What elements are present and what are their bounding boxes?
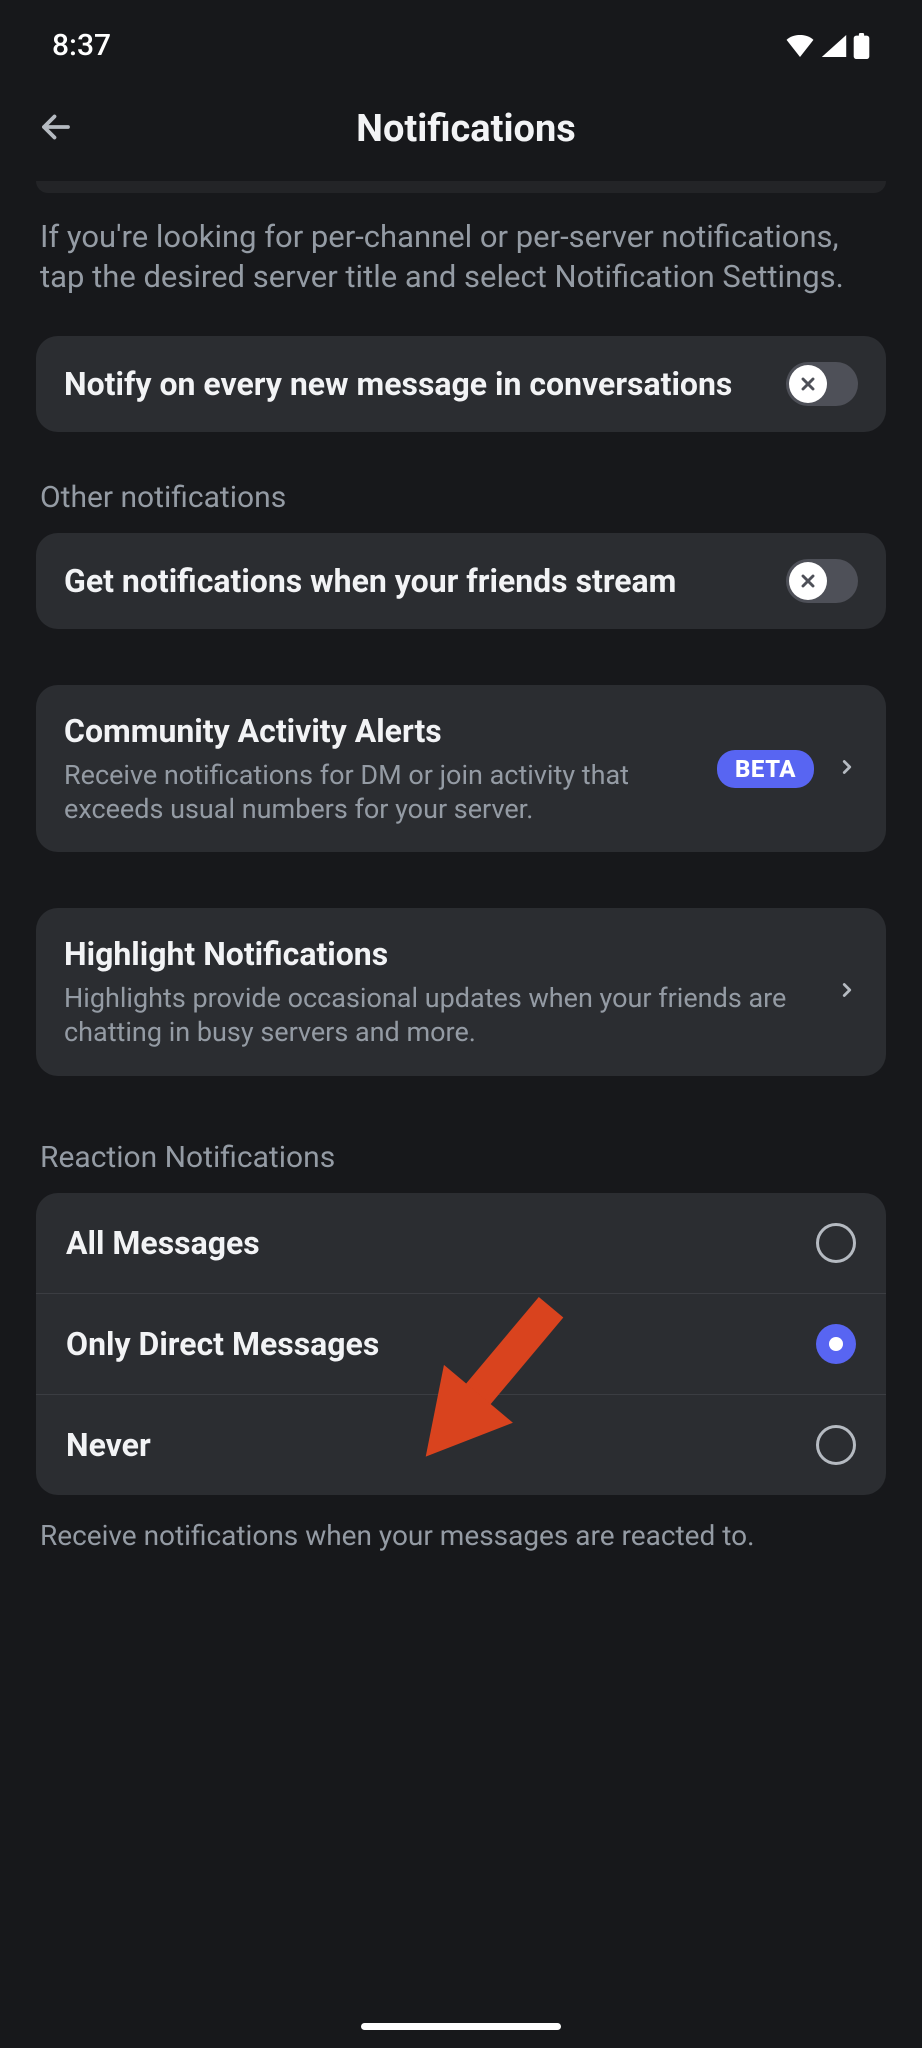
notify-every-message-toggle[interactable]	[786, 362, 858, 406]
friends-stream-toggle[interactable]	[786, 559, 858, 603]
chevron-right-icon	[836, 979, 858, 1005]
arrow-left-icon	[38, 109, 74, 145]
highlight-title: Highlight Notifications	[64, 934, 816, 976]
highlight-subtitle: Highlights provide occasional updates wh…	[64, 982, 816, 1050]
previous-card-edge	[36, 181, 886, 193]
battery-icon	[853, 33, 870, 59]
reaction-option-label: Only Direct Messages	[66, 1325, 379, 1363]
radio-unselected-icon	[816, 1223, 856, 1263]
notify-every-message-row[interactable]: Notify on every new message in conversat…	[36, 336, 886, 432]
community-activity-subtitle: Receive notifications for DM or join act…	[64, 759, 697, 827]
friends-stream-row[interactable]: Get notifications when your friends stre…	[36, 533, 886, 629]
radio-selected-icon	[816, 1324, 856, 1364]
reaction-radio-group: All Messages Only Direct Messages Never	[36, 1193, 886, 1495]
reaction-notifications-header: Reaction Notifications	[36, 1076, 886, 1193]
info-text: If you're looking for per-channel or per…	[36, 217, 886, 336]
page-title: Notifications	[38, 107, 894, 151]
wifi-icon	[785, 35, 815, 57]
toggle-knob-off-icon	[789, 562, 827, 600]
status-time: 8:37	[52, 28, 111, 63]
toggle-knob-off-icon	[789, 365, 827, 403]
reaction-option-only-dms[interactable]: Only Direct Messages	[36, 1294, 886, 1395]
header: Notifications	[0, 83, 922, 181]
status-bar: 8:37	[0, 0, 922, 83]
reaction-option-label: Never	[66, 1426, 151, 1464]
chevron-right-icon	[836, 756, 858, 782]
signal-icon	[821, 35, 847, 57]
highlight-notifications-row[interactable]: Highlight Notifications Highlights provi…	[36, 908, 886, 1075]
reaction-option-never[interactable]: Never	[36, 1395, 886, 1495]
notify-every-message-label: Notify on every new message in conversat…	[64, 364, 766, 406]
reaction-option-all-messages[interactable]: All Messages	[36, 1193, 886, 1294]
radio-unselected-icon	[816, 1425, 856, 1465]
community-activity-row[interactable]: Community Activity Alerts Receive notifi…	[36, 685, 886, 852]
android-nav-handle[interactable]	[361, 2023, 561, 2030]
friends-stream-label: Get notifications when your friends stre…	[64, 561, 766, 603]
reaction-footer-text: Receive notifications when your messages…	[36, 1495, 886, 1552]
community-activity-title: Community Activity Alerts	[64, 711, 697, 753]
status-icons	[785, 33, 870, 59]
beta-badge: BETA	[717, 750, 814, 788]
back-button[interactable]	[38, 109, 74, 149]
other-notifications-header: Other notifications	[36, 432, 886, 533]
reaction-option-label: All Messages	[66, 1224, 260, 1262]
